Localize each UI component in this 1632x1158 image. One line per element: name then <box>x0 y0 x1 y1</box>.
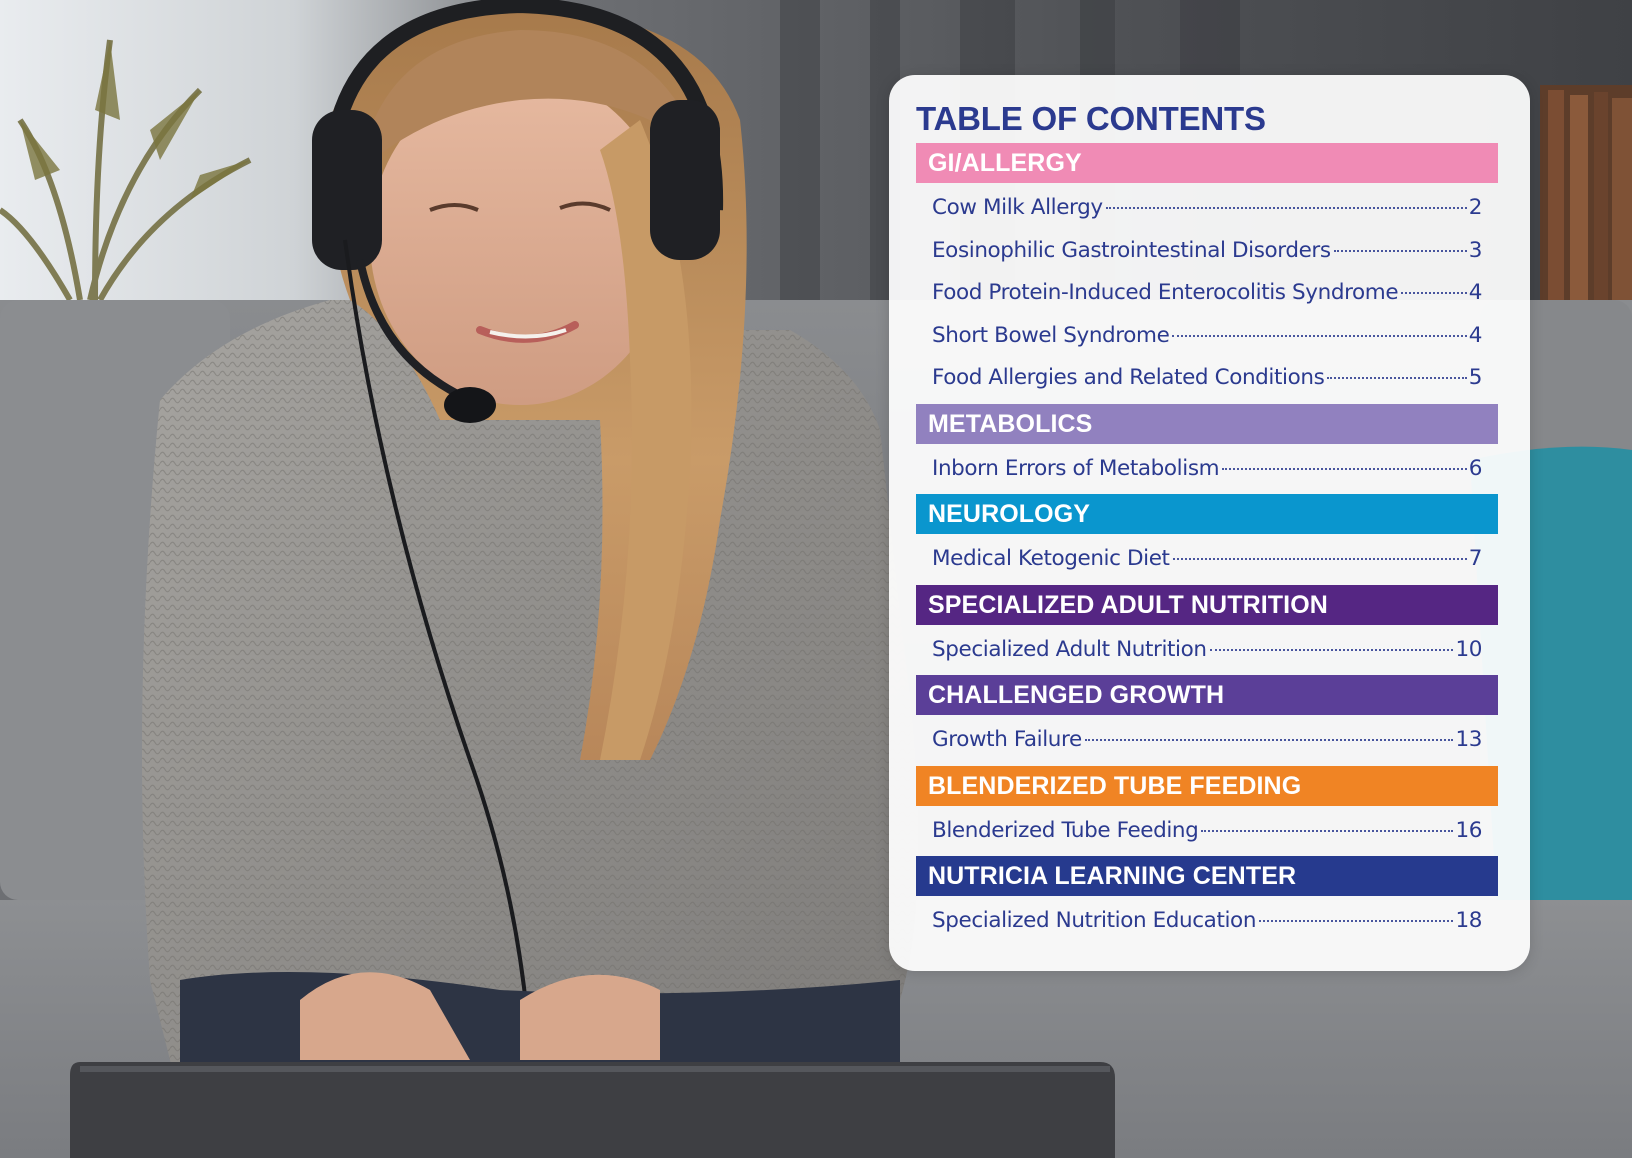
toc-title: TABLE OF CONTENTS <box>916 100 1266 137</box>
dot-leader <box>1172 558 1467 560</box>
dot-leader <box>1105 207 1467 209</box>
dot-leader <box>1084 739 1454 741</box>
toc-entry-page-number: 13 <box>1455 727 1482 752</box>
toc-entry-label: Specialized Nutrition Education <box>932 908 1257 933</box>
toc-entry-label: Short Bowel Syndrome <box>932 322 1170 348</box>
toc-entry-page-number: 5 <box>1468 365 1483 390</box>
section-header: GI/ALLERGY <box>916 143 1498 183</box>
toc-entry[interactable]: Medical Ketogenic Diet 7 <box>932 538 1482 581</box>
section-entries: Medical Ketogenic Diet 7 <box>916 534 1482 585</box>
section-entries: Specialized Nutrition Education 18 <box>916 896 1482 947</box>
dot-leader <box>1259 920 1454 922</box>
toc-entry-label: Food Allergies and Related Conditions <box>932 365 1325 390</box>
toc-entry-label: Medical Ketogenic Diet <box>932 546 1170 571</box>
toc-entry[interactable]: Cow Milk Allergy 2 <box>932 187 1482 230</box>
toc-sections: GI/ALLERGY Cow Milk Allergy 2 Eosinophilic … <box>916 143 1499 947</box>
section-header: NUTRICIA LEARNING CENTER <box>916 856 1498 896</box>
dot-leader <box>1172 334 1467 337</box>
toc-entry-page-number: 16 <box>1455 817 1482 843</box>
cover-scene: TABLE OF CONTENTS GI/ALLERGY Cow Milk All… <box>0 0 1632 1158</box>
toc-entry-page-number: 4 <box>1468 280 1483 305</box>
toc-entry[interactable]: Specialized Nutrition Education 18 <box>932 900 1482 943</box>
table-of-contents-card: TABLE OF CONTENTS GI/ALLERGY Cow Milk All… <box>889 75 1530 971</box>
toc-entry[interactable]: Growth Failure 13 <box>932 719 1482 762</box>
section-entries: Growth Failure 13 <box>916 715 1482 766</box>
dot-leader <box>1401 292 1467 294</box>
toc-entry[interactable]: Specialized Adult Nutrition 10 <box>932 629 1482 672</box>
toc-entry-page-number: 7 <box>1468 546 1483 571</box>
toc-entry[interactable]: Inborn Errors of Metabolism 6 <box>932 448 1482 491</box>
section-header: CHALLENGED GROWTH <box>916 675 1498 715</box>
toc-entry-page-number: 10 <box>1455 636 1482 662</box>
toc-entry-label: Inborn Errors of Metabolism <box>932 455 1220 481</box>
toc-entry-label: Eosinophilic Gastrointestinal Disorders <box>932 237 1331 263</box>
toc-entry-label: Growth Failure <box>932 727 1082 752</box>
dot-leader <box>1209 648 1454 651</box>
toc-entry[interactable]: Short Bowel Syndrome 4 <box>932 315 1482 358</box>
toc-entry-label: Blenderized Tube Feeding <box>932 817 1199 843</box>
section-entries: Blenderized Tube Feeding 16 <box>916 806 1482 857</box>
section-entries: Cow Milk Allergy 2 Eosinophilic Gastrointe… <box>916 183 1482 404</box>
section-header: METABOLICS <box>916 403 1498 444</box>
toc-entry[interactable]: Food Protein-Induced Enterocolitis Syndr… <box>932 272 1482 315</box>
toc-entry[interactable]: Food Allergies and Related Conditions 5 <box>932 357 1482 400</box>
dot-leader <box>1222 467 1467 470</box>
toc-entry[interactable]: Blenderized Tube Feeding 16 <box>932 810 1482 853</box>
toc-entry-label: Food Protein-Induced Enterocolitis Syndr… <box>932 280 1399 305</box>
toc-entry-label: Specialized Adult Nutrition <box>932 636 1207 662</box>
dot-leader <box>1333 249 1467 252</box>
section-header: NEUROLOGY <box>916 494 1498 534</box>
dot-leader <box>1201 829 1454 832</box>
toc-entry-page-number: 4 <box>1468 322 1483 348</box>
dot-leader <box>1327 377 1467 379</box>
section-entries: Specialized Adult Nutrition 10 <box>916 625 1482 676</box>
section-entries: Inborn Errors of Metabolism 6 <box>916 444 1482 495</box>
toc-entry-page-number: 3 <box>1468 237 1483 263</box>
toc-entry[interactable]: Eosinophilic Gastrointestinal Disorders 3 <box>932 230 1482 273</box>
toc-entry-page-number: 6 <box>1468 455 1483 481</box>
toc-entry-page-number: 18 <box>1455 908 1482 933</box>
toc-entry-page-number: 2 <box>1468 195 1483 220</box>
section-header: SPECIALIZED ADULT NUTRITION <box>916 584 1498 625</box>
toc-entry-label: Cow Milk Allergy <box>932 195 1103 220</box>
section-header: BLENDERIZED TUBE FEEDING <box>916 765 1498 806</box>
